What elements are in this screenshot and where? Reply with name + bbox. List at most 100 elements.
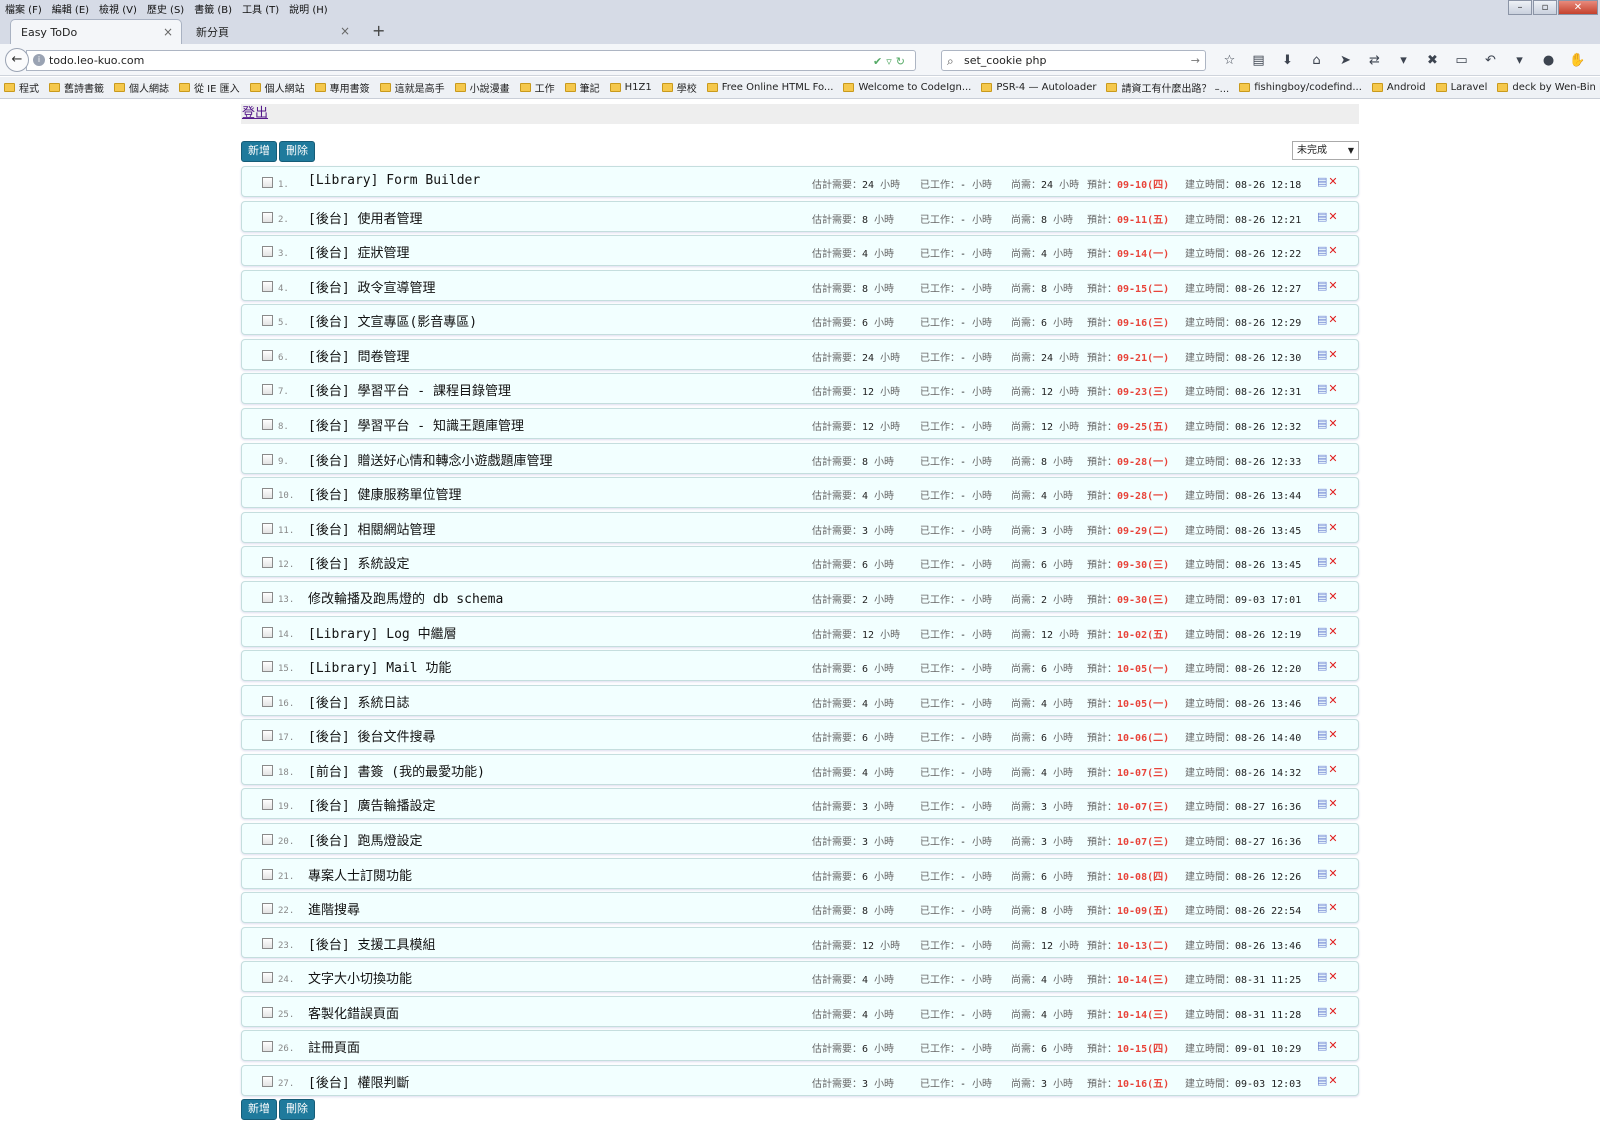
bookmark-item[interactable]: Welcome to CodeIgn... [843,82,971,93]
select-checkbox[interactable] [262,764,273,776]
bookmark-item[interactable]: 舊詩書籤 [49,80,104,95]
delete-icon[interactable]: ✕ [1328,970,1337,983]
bookmark-item[interactable]: 個人網誌 [114,80,169,95]
todo-title[interactable]: [後台] 支援工具模組 [308,934,435,953]
todo-title[interactable]: [後台] 後台文件搜尋 [308,726,435,745]
delete-icon[interactable]: ✕ [1328,694,1337,707]
download-icon[interactable]: ⬇ [1273,53,1302,68]
edit-icon[interactable]: ▤ [1317,348,1327,361]
select-checkbox[interactable] [262,937,273,949]
edit-icon[interactable]: ▤ [1317,175,1327,188]
bookmark-item[interactable]: Android [1371,82,1426,93]
delete-icon[interactable]: ✕ [1328,797,1337,810]
edit-icon[interactable]: ▤ [1317,625,1327,638]
edit-icon[interactable]: ▤ [1317,590,1327,603]
extension-icon[interactable]: ✖ [1418,53,1447,68]
delete-icon[interactable]: ✕ [1328,1074,1337,1087]
edit-icon[interactable]: ▤ [1317,867,1327,880]
todo-title[interactable]: [後台] 相關網站管理 [308,519,435,538]
delete-icon[interactable]: ✕ [1328,210,1337,223]
maximize-icon[interactable]: ▫ [1533,0,1557,15]
new-tab-button[interactable]: + [372,21,385,40]
chat-icon[interactable]: ● [1534,53,1563,68]
todo-title[interactable]: [後台] 問卷管理 [308,346,409,365]
select-checkbox[interactable] [262,211,273,223]
close-tab-icon[interactable]: × [340,24,350,38]
edit-icon[interactable]: ▤ [1317,763,1327,776]
edit-icon[interactable]: ▤ [1317,728,1327,741]
select-checkbox[interactable] [262,730,273,742]
bookmark-item[interactable]: deck by Wen-Bin Kuo [1497,82,1600,93]
delete-icon[interactable]: ✕ [1328,659,1337,672]
menu-item[interactable]: 書籤 (B) [189,1,237,16]
reading-list-icon[interactable]: ▤ [1244,53,1273,68]
status-filter-select[interactable]: 未完成 ▼ [1292,141,1359,160]
todo-title[interactable]: [Library] Log 中繼層 [308,623,457,642]
delete-icon[interactable]: ✕ [1328,279,1337,292]
delete-icon[interactable]: ✕ [1328,832,1337,845]
todo-title[interactable]: [後台] 健康服務單位管理 [308,484,461,503]
delete-icon[interactable]: ✕ [1328,486,1337,499]
todo-title[interactable]: 專案人士訂閱功能 [308,865,412,884]
edit-icon[interactable]: ▤ [1317,279,1327,292]
select-checkbox[interactable] [262,177,273,188]
menu-item[interactable]: 工具 (T) [237,1,284,16]
delete-icon[interactable]: ✕ [1328,175,1337,188]
todo-title[interactable]: [後台] 權限判斷 [308,1072,409,1091]
select-checkbox[interactable] [262,868,273,880]
select-checkbox[interactable] [262,833,273,845]
select-checkbox[interactable] [262,972,273,984]
bookmark-item[interactable]: 個人網站 [249,80,305,95]
dropdown-icon[interactable]: ▾ [1389,53,1418,68]
site-info-icon[interactable]: i [33,54,45,66]
delete-icon[interactable]: ✕ [1328,348,1337,361]
delete-icon[interactable]: ✕ [1328,382,1337,395]
bookmark-item[interactable]: Free Online HTML Fo... [706,82,833,93]
delete-button[interactable]: 刪除 [279,141,315,162]
todo-title[interactable]: [後台] 政令宣導管理 [308,277,435,296]
add-button[interactable]: 新增 [241,141,277,162]
minimize-icon[interactable]: – [1508,0,1532,15]
edit-icon[interactable]: ▤ [1317,417,1327,430]
delete-icon[interactable]: ✕ [1328,313,1337,326]
edit-icon[interactable]: ▤ [1317,452,1327,465]
bookmark-item[interactable]: 學校 [661,80,697,95]
sync-icon[interactable]: ⇄ [1360,53,1389,68]
bookmark-item[interactable]: 專用書簽 [314,80,370,95]
url-bar[interactable]: i todo.leo-kuo.com ✔▿↻ [26,50,916,71]
bookmark-item[interactable]: 請資工有什麼出路？ –... [1106,80,1229,95]
bookmark-star-icon[interactable]: ☆ [1215,53,1244,68]
comment-icon[interactable]: ▭ [1447,53,1476,68]
select-checkbox[interactable] [262,522,273,534]
edit-icon[interactable]: ▤ [1317,694,1327,707]
undo-icon[interactable]: ↶ [1476,53,1505,68]
edit-icon[interactable]: ▤ [1317,832,1327,845]
edit-icon[interactable]: ▤ [1317,797,1327,810]
delete-icon[interactable]: ✕ [1328,901,1337,914]
select-checkbox[interactable] [262,591,273,603]
edit-icon[interactable]: ▤ [1317,936,1327,949]
bookmark-item[interactable]: 小說漫畫 [454,80,510,95]
bookmark-item[interactable]: 這就是高手 [379,80,445,95]
delete-icon[interactable]: ✕ [1328,936,1337,949]
todo-title[interactable]: [後台] 系統日誌 [308,692,409,711]
select-checkbox[interactable] [262,349,273,361]
todo-title[interactable]: 進階搜尋 [308,899,360,918]
delete-icon[interactable]: ✕ [1328,590,1337,603]
edit-icon[interactable]: ▤ [1317,521,1327,534]
todo-title[interactable]: 註冊頁面 [308,1037,360,1056]
todo-title[interactable]: [後台] 文宣專區(影音專區) [308,311,477,330]
select-checkbox[interactable] [262,280,273,292]
todo-title[interactable]: [後台] 贈送好心情和轉念小遊戲題庫管理 [308,450,552,469]
edit-icon[interactable]: ▤ [1317,382,1327,395]
edit-icon[interactable]: ▤ [1317,1005,1327,1018]
bookmark-item[interactable]: Laravel [1435,82,1487,93]
close-window-icon[interactable]: ✕ [1558,0,1598,15]
todo-title[interactable]: 客製化錯誤頁面 [308,1003,399,1022]
delete-icon[interactable]: ✕ [1328,1039,1337,1052]
bookmark-item[interactable]: fishingboy/codefind... [1239,82,1362,93]
menu-item[interactable]: 歷史 (S) [142,1,189,16]
edit-icon[interactable]: ▤ [1317,486,1327,499]
url-actions[interactable]: ✔▿↻ [873,52,909,71]
bookmark-item[interactable]: H1Z1 [609,82,652,93]
